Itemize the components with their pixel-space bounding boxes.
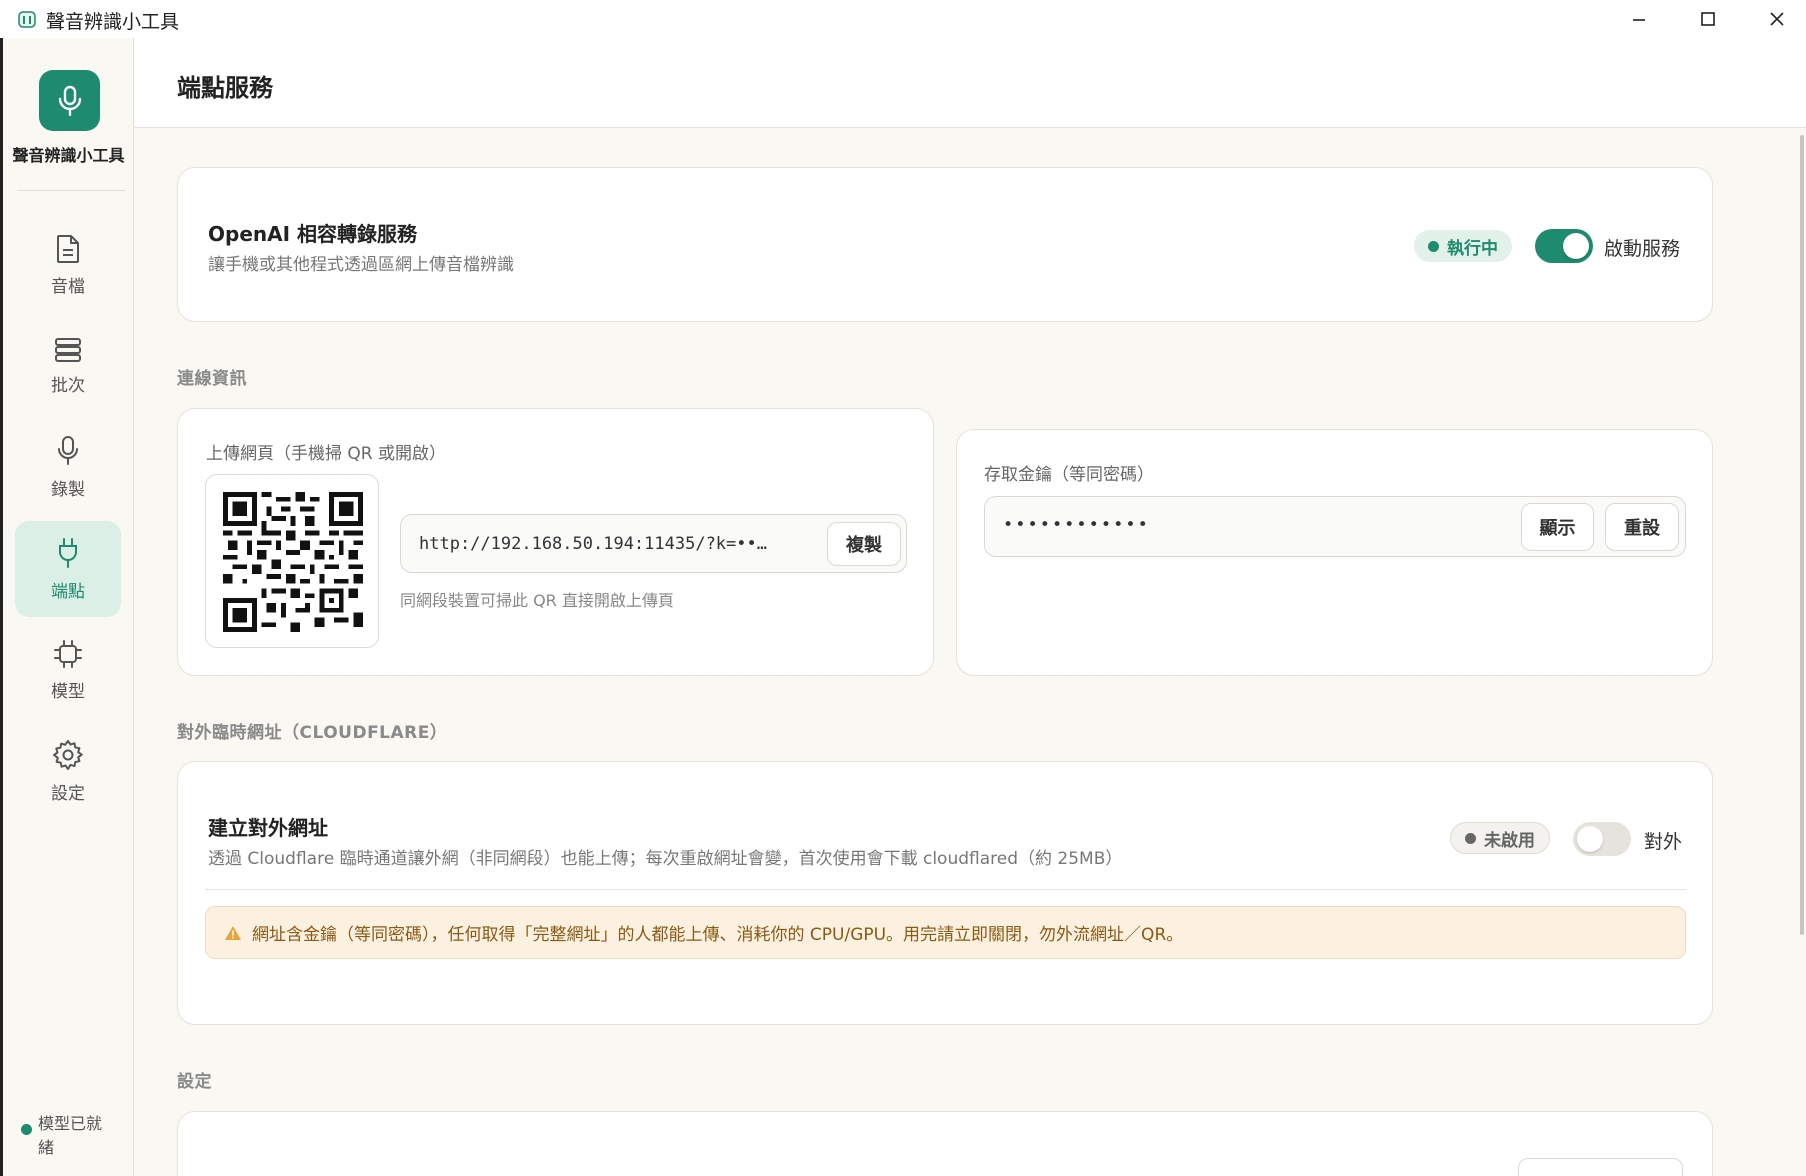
status-dot — [1428, 240, 1439, 252]
stack-icon — [55, 337, 81, 362]
upload-url-text: http://192.168.50.194:11435/?k=••… — [419, 534, 767, 554]
cloudflare-status-text: 未啟用 — [1484, 830, 1535, 851]
sidebar-item-label: 音檔 — [51, 276, 85, 297]
sidebar-item-label: 設定 — [51, 783, 85, 804]
sidebar-item-settings[interactable]: 設定 — [15, 723, 121, 819]
window-title: 聲音辨識小工具 — [46, 11, 180, 33]
sidebar-item-label: 錄製 — [51, 479, 85, 500]
service-toggle[interactable] — [1535, 229, 1593, 263]
access-key-title: 存取金鑰（等同密碼） — [984, 465, 1154, 485]
sidebar-divider — [17, 190, 125, 191]
access-key-value: •••••••••••• — [1003, 515, 1150, 535]
maximize-icon — [1701, 12, 1715, 26]
sidebar-item-label: 批次 — [51, 375, 85, 396]
qr-hint: 同網段裝置可掃此 QR 直接開啟上傳頁 — [400, 591, 674, 610]
upload-url-field[interactable]: http://192.168.50.194:11435/?k=••… 複製 — [400, 514, 907, 573]
microphone-icon — [58, 435, 78, 465]
scrollbar[interactable] — [1800, 135, 1804, 935]
title-bar: 聲音辨識小工具 — [0, 0, 1806, 38]
model-status: 模型已就緒 — [21, 1112, 114, 1160]
copy-button[interactable]: 複製 — [827, 522, 901, 566]
sidebar-item-endpoint[interactable]: 端點 — [15, 521, 121, 617]
model-status-text: 模型已就緒 — [38, 1114, 103, 1157]
section-label-connection: 連線資訊 — [177, 369, 247, 389]
warning-icon — [225, 925, 241, 940]
cloudflare-warning: 網址含金鑰（等同密碼），任何取得「完整網址」的人都能上傳、消耗你的 CPU/GP… — [205, 906, 1686, 959]
access-key-card: 存取金鑰（等同密碼） •••••••••••• 顯示 重設 — [956, 429, 1713, 676]
section-label-settings: 設定 — [177, 1072, 212, 1092]
service-status-text: 執行中 — [1447, 238, 1498, 259]
close-icon — [1770, 12, 1784, 26]
close-button[interactable] — [1742, 0, 1806, 38]
qr-code-image — [223, 492, 363, 632]
sidebar-item-label: 模型 — [51, 681, 85, 702]
page-title: 端點服務 — [177, 74, 273, 102]
service-title: OpenAI 相容轉錄服務 — [208, 222, 418, 246]
sidebar-item-label: 端點 — [51, 581, 85, 602]
cloudflare-card: 建立對外網址 透過 Cloudflare 臨時通道讓外網（非同網段）也能上傳；每… — [177, 761, 1713, 1025]
service-subtitle: 讓手機或其他程式透過區網上傳音檔辨識 — [208, 255, 514, 275]
sidebar-item-audio[interactable]: 音檔 — [15, 217, 121, 313]
microphone-icon — [58, 85, 81, 116]
page-header: 端點服務 — [135, 38, 1806, 128]
file-icon — [57, 234, 79, 263]
upload-page-title: 上傳網頁（手機掃 QR 或開啟） — [206, 444, 446, 464]
toggle-knob — [1563, 233, 1589, 259]
settings-card — [177, 1111, 1713, 1176]
section-label-cloudflare: 對外臨時網址（CLOUDFLARE） — [177, 723, 448, 743]
cloudflare-subtitle: 透過 Cloudflare 臨時通道讓外網（非同網段）也能上傳；每次重啟網址會變… — [208, 849, 1123, 869]
reset-key-button[interactable]: 重設 — [1605, 503, 1679, 551]
cloudflare-toggle[interactable] — [1573, 822, 1631, 856]
cloudflare-warning-text: 網址含金鑰（等同密碼），任何取得「完整網址」的人都能上傳、消耗你的 CPU/GP… — [252, 925, 1184, 945]
cloudflare-divider — [205, 889, 1686, 890]
cloudflare-toggle-label: 對外 — [1644, 831, 1683, 853]
app-icon — [18, 11, 36, 28]
settings-action-button[interactable] — [1518, 1158, 1683, 1176]
cloudflare-status-badge: 未啟用 — [1450, 822, 1550, 854]
cloudflare-title: 建立對外網址 — [208, 816, 328, 840]
status-dot — [1465, 832, 1476, 844]
service-card: OpenAI 相容轉錄服務 讓手機或其他程式透過區網上傳音檔辨識 執行中 啟動服… — [177, 167, 1713, 322]
service-status-badge: 執行中 — [1414, 230, 1512, 262]
minimize-button[interactable] — [1604, 0, 1674, 38]
sidebar-item-model[interactable]: 模型 — [15, 622, 121, 718]
gear-icon — [53, 739, 83, 770]
plug-icon — [59, 537, 77, 568]
status-dot — [21, 1124, 32, 1135]
sidebar-item-batch[interactable]: 批次 — [15, 318, 121, 414]
minimize-icon — [1633, 19, 1645, 21]
app-logo — [39, 70, 100, 131]
sidebar-app-name: 聲音辨識小工具 — [12, 146, 125, 165]
maximize-button[interactable] — [1673, 0, 1743, 38]
chip-icon — [54, 639, 82, 668]
service-toggle-label: 啟動服務 — [1604, 238, 1681, 260]
sidebar-item-record[interactable]: 錄製 — [15, 419, 121, 515]
show-key-button[interactable]: 顯示 — [1521, 503, 1594, 551]
access-key-field[interactable]: •••••••••••• 顯示 重設 — [984, 496, 1686, 557]
sidebar: 聲音辨識小工具 音檔 批次 錄製 端點 模型 設定 模型已就緒 — [0, 38, 134, 1176]
qr-code[interactable] — [205, 474, 379, 648]
toggle-knob — [1577, 826, 1603, 852]
